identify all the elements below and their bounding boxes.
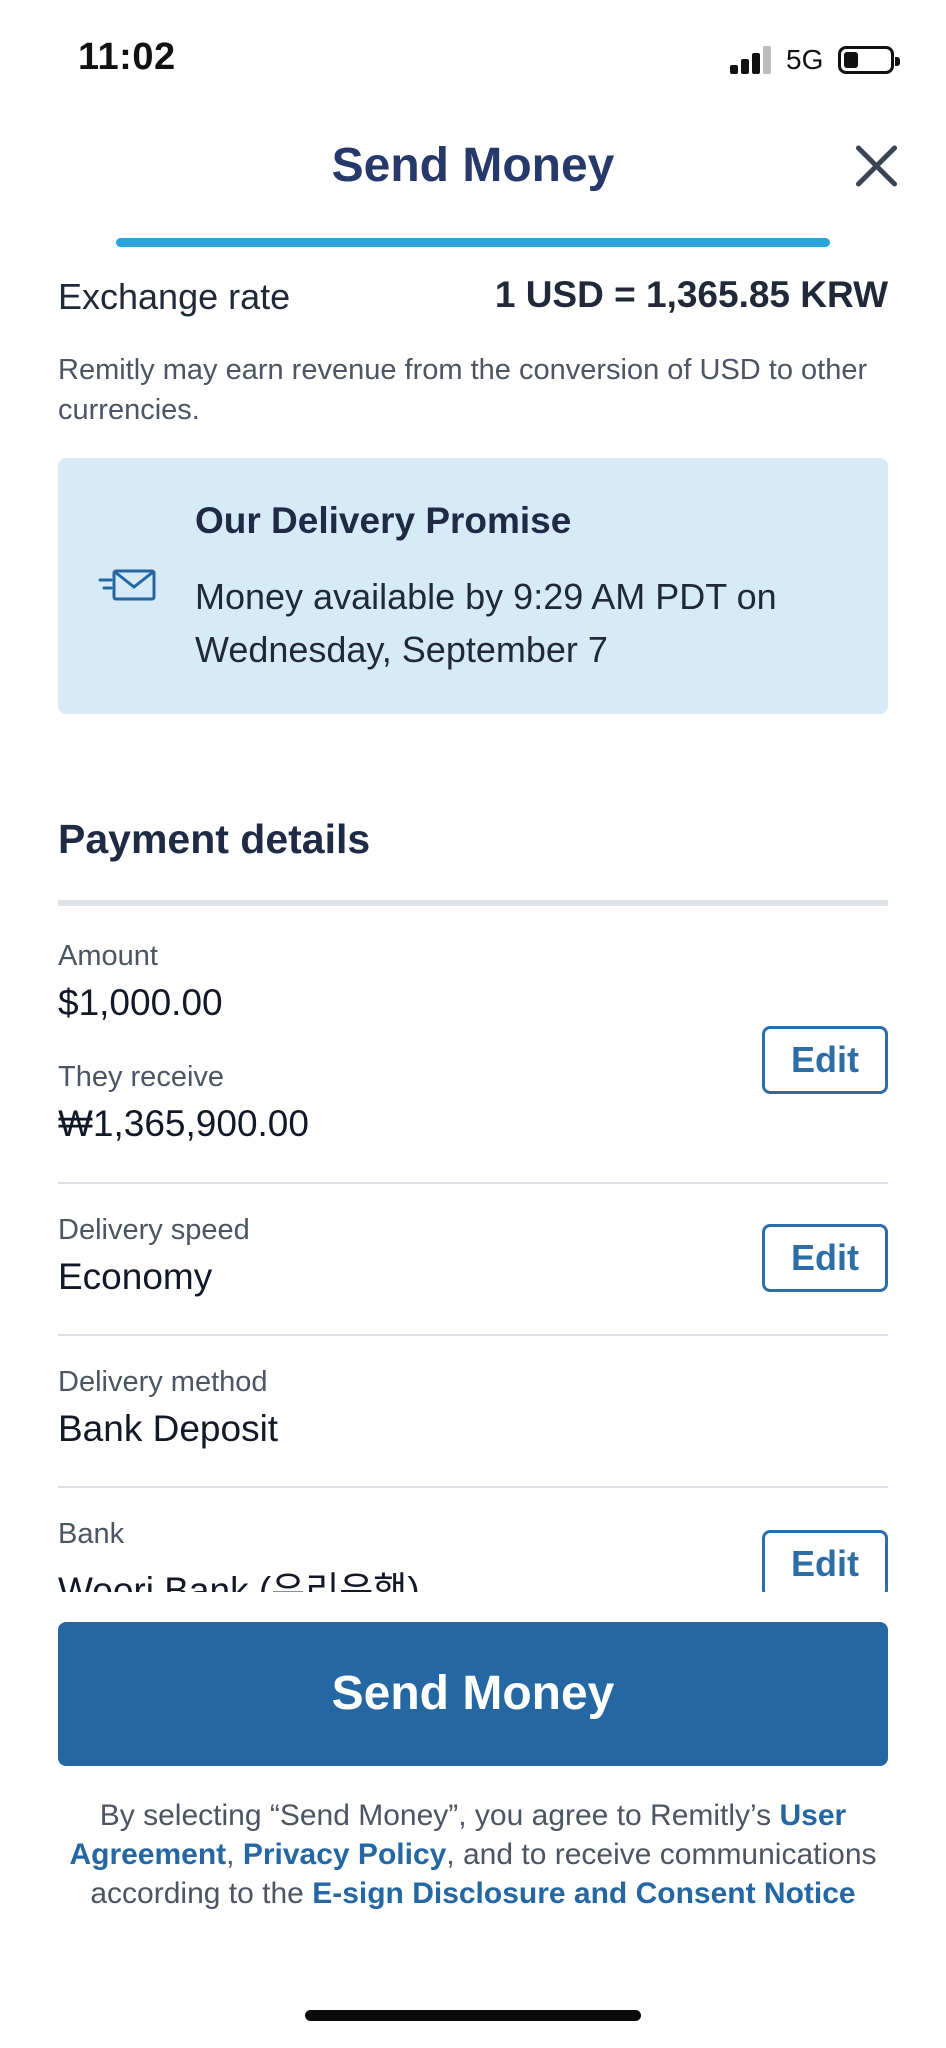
row-divider: [58, 1486, 888, 1488]
receive-value: ₩1,365,900.00: [58, 1103, 309, 1144]
status-time: 11:02: [78, 36, 176, 78]
delivery-method-value: Bank Deposit: [58, 1408, 279, 1449]
edit-delivery-speed-button[interactable]: Edit: [762, 1224, 888, 1292]
bank-label: Bank: [58, 1518, 125, 1550]
privacy-policy-link[interactable]: Privacy Policy: [243, 1838, 446, 1871]
legal-sep: ,: [226, 1838, 243, 1871]
close-icon[interactable]: [852, 140, 902, 190]
delivery-method-label: Delivery method: [58, 1366, 268, 1398]
promise-text: Money available by 9:29 AM PDT on Wednes…: [195, 576, 777, 670]
payment-details-title: Payment details: [58, 816, 371, 862]
home-indicator[interactable]: [305, 2010, 641, 2021]
amount-value: $1,000.00: [58, 982, 223, 1023]
edit-amount-button[interactable]: Edit: [762, 1026, 888, 1094]
bank-value: Woori Bank (우리은행): [58, 1570, 420, 1592]
delivery-promise-card: Our Delivery Promise Money available by …: [58, 458, 888, 714]
progress-bar: [116, 238, 830, 247]
send-money-button[interactable]: Send Money: [58, 1622, 888, 1766]
delivery-speed-label: Delivery speed: [58, 1214, 250, 1246]
payment-details-list[interactable]: Amount $1,000.00 They receive ₩1,365,900…: [0, 906, 946, 1592]
esign-disclosure-link[interactable]: E-sign Disclosure and Consent Notice: [312, 1877, 855, 1910]
exchange-rate-value: 1 USD = 1,365.85 KRW: [494, 274, 888, 315]
legal-prefix: By selecting “Send Money”, you agree to …: [99, 1799, 780, 1832]
signal-icon: [730, 46, 774, 74]
envelope-speed-icon: [98, 569, 156, 601]
exchange-rate-note: Remitly may earn revenue from the conver…: [58, 354, 868, 426]
legal-disclaimer: By selecting “Send Money”, you agree to …: [58, 1796, 888, 1913]
page-title: Send Money: [331, 139, 615, 192]
network-label: 5G: [786, 44, 824, 75]
promise-title: Our Delivery Promise: [195, 500, 572, 541]
battery-icon: [838, 46, 900, 74]
status-bar: 11:02 5G: [0, 0, 946, 120]
delivery-speed-value: Economy: [58, 1256, 213, 1297]
row-divider: [58, 1182, 888, 1184]
edit-bank-button[interactable]: Edit: [762, 1530, 888, 1592]
exchange-rate-label: Exchange rate: [58, 276, 291, 317]
receive-label: They receive: [58, 1061, 225, 1093]
row-divider: [58, 1334, 888, 1336]
amount-label: Amount: [58, 940, 158, 972]
